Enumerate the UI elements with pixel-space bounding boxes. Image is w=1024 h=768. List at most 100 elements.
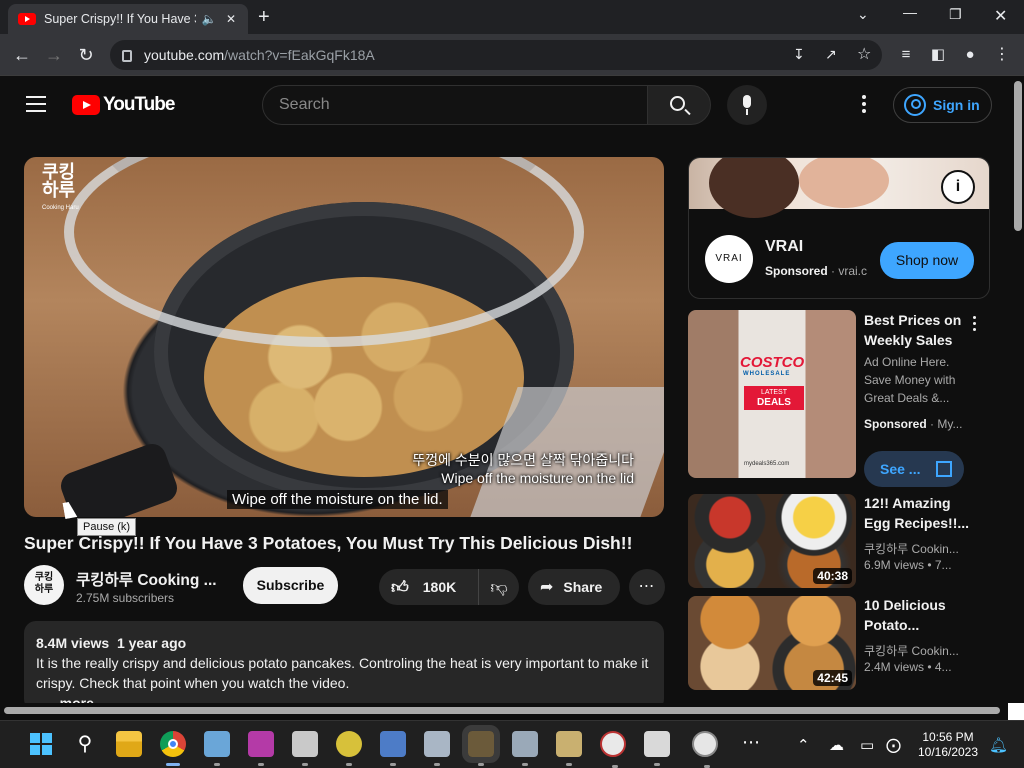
channel-watermark[interactable]: 쿠킹 하루 Cooking Haru: [42, 163, 79, 217]
app-icon-tools[interactable]: [644, 731, 670, 766]
app-icon-lock[interactable]: [556, 731, 582, 766]
close-icon[interactable]: ✕: [222, 12, 240, 26]
potato-recipes-thumbnail: 42:45: [688, 596, 856, 690]
restore-button[interactable]: ❐: [949, 6, 962, 23]
suggestion-item[interactable]: 42:45 10 Delicious Potato... 쿠킹하루 Cookin…: [688, 596, 1008, 692]
app-icon-printer[interactable]: [424, 731, 450, 766]
shop-now-button[interactable]: Shop now: [880, 242, 974, 279]
upload-age: 1 year ago: [116, 635, 187, 651]
app-icon-active-window[interactable]: [462, 725, 500, 766]
horizontal-scroll-thumb[interactable]: [4, 707, 1000, 714]
app-icon-device[interactable]: [292, 731, 318, 766]
browser-toolbar: ← → ↻ youtube.com/watch?v=fEakGqFk18A ↧ …: [0, 34, 1024, 76]
lock-icon[interactable]: [122, 50, 132, 62]
ad-info-icon[interactable]: i: [941, 170, 975, 204]
more-actions-button[interactable]: ⋯: [629, 569, 665, 605]
install-icon[interactable]: ↧: [793, 46, 805, 63]
browser-tabstrip: Super Crispy!! If You Have 3 🔈 ✕ + ⌄ — ❐…: [0, 0, 1024, 34]
vertical-scrollbar[interactable]: [1012, 77, 1024, 703]
ad-line-3: Great Deals &...: [864, 391, 950, 405]
watermark-line1: 쿠킹: [42, 162, 76, 182]
onedrive-icon[interactable]: ☁: [829, 736, 844, 754]
view-meta: 8.4M views 1 year ago: [36, 633, 652, 653]
app-icon-compass[interactable]: [600, 731, 626, 768]
deals-url: mydeals365.com: [744, 461, 790, 467]
new-tab-button[interactable]: +: [258, 6, 270, 29]
sponsored-suggestion[interactable]: COSTCO WHOLESALE LATEST DEALS mydeals365…: [688, 310, 1008, 487]
description-box[interactable]: 8.4M views 1 year ago It is the really c…: [24, 621, 664, 711]
youtube-play-icon: [72, 95, 100, 115]
settings-kebab-icon[interactable]: [862, 95, 866, 116]
thumbs-up-icon: 👍︎: [391, 577, 409, 597]
search-button[interactable]: [647, 85, 711, 125]
subscribe-button[interactable]: Subscribe: [243, 567, 338, 604]
star-icon[interactable]: ☆: [857, 44, 871, 64]
app-icon-purple[interactable]: [248, 731, 274, 766]
chrome-icon[interactable]: [160, 731, 186, 766]
vertical-scroll-thumb[interactable]: [1014, 81, 1022, 231]
voice-search-icon[interactable]: [727, 85, 767, 125]
sidebar-ad[interactable]: i VRAI VRAI Sponsored · vrai.c Shop now: [688, 157, 990, 299]
window-close-button[interactable]: ✕: [994, 6, 1007, 26]
tab-search-icon[interactable]: ⌄: [857, 6, 869, 23]
suggestion-kebab-icon[interactable]: [973, 316, 977, 334]
file-explorer-icon[interactable]: [116, 731, 142, 757]
suggestion-item[interactable]: 40:38 12!! Amazing Egg Recipes!!... 쿠킹하루…: [688, 494, 1008, 590]
view-count: 8.4M views: [36, 635, 110, 651]
sign-in-button[interactable]: Sign in: [893, 87, 992, 123]
ad-model-hand: [799, 158, 889, 208]
speaker-icon[interactable]: 🔈: [200, 12, 218, 26]
windows-start-icon[interactable]: [28, 731, 54, 757]
ad-sponsored-label: Sponsored: [765, 264, 828, 278]
address-bar[interactable]: youtube.com/watch?v=fEakGqFk18A ↧ ↗ ☆: [110, 40, 882, 70]
youtube-header: YouTube Search Sign in: [0, 77, 1012, 133]
channel-name[interactable]: 쿠킹하루 Cooking ...: [76, 568, 217, 590]
app-icon-network[interactable]: [380, 731, 406, 766]
external-link-icon: [936, 461, 952, 477]
taskbar-clock[interactable]: 10:56 PM 10/16/2023: [908, 730, 988, 760]
app-icon-globe[interactable]: [336, 731, 362, 766]
deals-badge: LATEST DEALS: [744, 386, 804, 410]
display-icon[interactable]: ▭: [860, 736, 874, 754]
ad-sponsored: Sponsored · vrai.c: [765, 264, 868, 278]
browser-tab[interactable]: Super Crispy!! If You Have 3 🔈 ✕: [8, 4, 248, 34]
mouse-cursor-icon: [62, 501, 78, 519]
suggestion-title: 12!! Amazing Egg Recipes!!...: [864, 495, 970, 531]
hamburger-menu-icon[interactable]: [26, 96, 46, 112]
tab-title: Super Crispy!! If You Have 3: [44, 12, 196, 26]
chrome-center: [168, 739, 178, 749]
back-icon[interactable]: ←: [10, 43, 34, 67]
control-panel-icon[interactable]: [204, 731, 230, 766]
video-player[interactable]: 쿠킹 하루 Cooking Haru 뚜껑에 수분이 많으면 살짝 닦아줍니다 …: [24, 157, 664, 517]
see-more-button[interactable]: See ...: [864, 451, 964, 487]
profile-icon[interactable]: ●: [958, 43, 982, 67]
costco-logo: COSTCO: [740, 354, 805, 371]
notification-bell-icon[interactable]: 🔔︎: [989, 736, 1008, 754]
app-icon-terminal[interactable]: [512, 731, 538, 766]
like-count: 180K: [422, 579, 457, 595]
like-button[interactable]: 👍︎ 180K: [379, 569, 479, 605]
dislike-button[interactable]: 👎︎: [479, 577, 519, 598]
menu-icon[interactable]: ⋮: [990, 43, 1014, 67]
tray-chevron-icon[interactable]: ⌃: [797, 736, 810, 754]
channel-avatar[interactable]: 쿠킹 하루: [24, 565, 64, 605]
share-label: Share: [563, 579, 603, 595]
youtube-logo[interactable]: YouTube: [72, 94, 175, 116]
taskbar-overflow-icon[interactable]: ⋯: [738, 731, 764, 757]
suggestion-meta: 2.4M views • 4...: [864, 660, 952, 674]
reading-list-icon[interactable]: ≡: [894, 43, 918, 67]
search-input[interactable]: Search: [262, 85, 648, 125]
sidebar-icon[interactable]: ◧: [926, 43, 950, 67]
network-muted-icon[interactable]: ⨀: [886, 736, 901, 754]
share-button[interactable]: ➦ Share: [528, 569, 620, 605]
reload-icon[interactable]: ↻: [74, 43, 98, 67]
share-icon[interactable]: ↗: [825, 46, 837, 63]
forward-icon[interactable]: →: [42, 43, 66, 67]
clock-date: 10/16/2023: [917, 745, 979, 759]
app-icon-clock[interactable]: [692, 731, 718, 768]
minimize-button[interactable]: —: [903, 4, 917, 20]
youtube-favicon: [18, 13, 36, 25]
taskbar-search-icon[interactable]: ⚲: [72, 731, 98, 757]
like-dislike-bar: 👍︎ 180K 👎︎: [379, 569, 519, 605]
horizontal-scrollbar[interactable]: [0, 703, 1012, 717]
